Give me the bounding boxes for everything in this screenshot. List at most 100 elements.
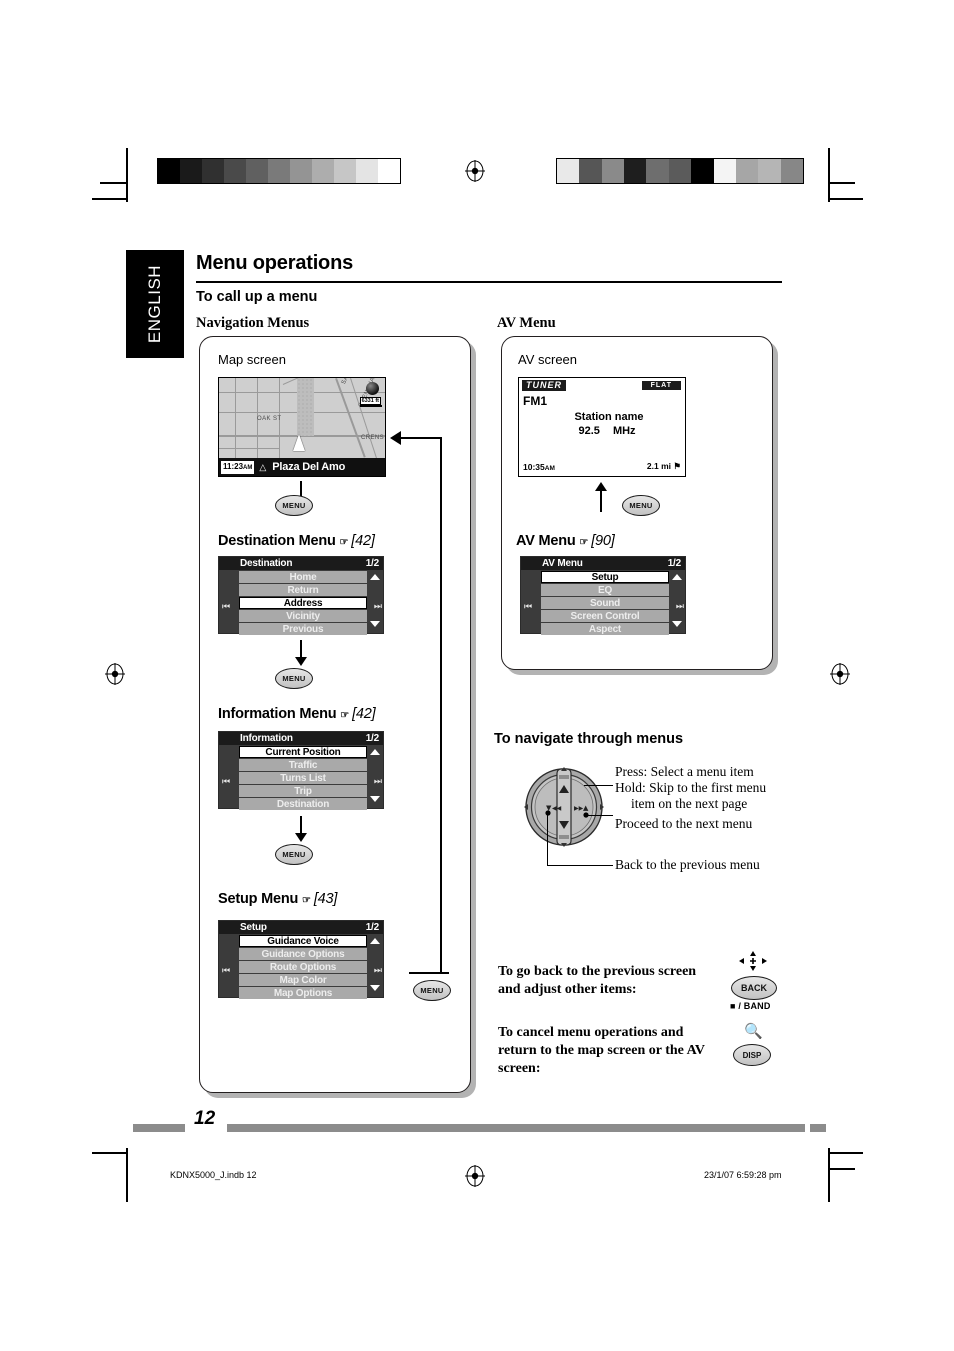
menu-item[interactable]: Map Options [239, 987, 367, 999]
previous-page-icon[interactable]: ⏮ [222, 965, 230, 976]
av-menu-label: AV Menu [497, 315, 556, 331]
disp-button[interactable]: DISP [733, 1044, 771, 1066]
menu-item[interactable]: Current Position [239, 746, 367, 758]
next-page-icon[interactable]: ⏭ [374, 776, 382, 787]
menu-item[interactable]: Map Color [239, 974, 367, 986]
dpad-icon [738, 950, 767, 972]
flow-loop-right [440, 438, 442, 974]
menu-item[interactable]: Sound [541, 597, 669, 609]
callout-hold-skip: Hold: Skip to the first menu [615, 780, 767, 795]
calibration-swatch-8 [735, 159, 759, 183]
footer-file-name: KDNX5000_J.indb 12 [170, 1170, 257, 1180]
calibration-swatch-10 [378, 159, 400, 183]
menu-item[interactable]: Previous [239, 623, 367, 635]
menu-button-1[interactable]: MENU [275, 495, 313, 516]
menu-item[interactable]: Guidance Voice [239, 935, 367, 947]
calibration-swatch-1 [579, 159, 602, 183]
menu-item[interactable]: Home [239, 571, 367, 583]
menu-item[interactable]: Turns List [239, 772, 367, 784]
next-page-icon[interactable]: ⏭ [676, 601, 684, 612]
menu-item[interactable]: Setup [541, 571, 669, 583]
destination-menu-page-indicator: 1/2 [365, 558, 380, 569]
registration-target-top [465, 160, 485, 182]
instruction-disp-line3: screen: [498, 1061, 541, 1076]
map-screen-label: Map screen [218, 352, 286, 367]
setup-menu-item-list: Guidance Voice Guidance Options Route Opti… [239, 935, 367, 1000]
menu-item[interactable]: Traffic [239, 759, 367, 771]
destination-menu-body: Home Return Address Vicinity Previous ⏮ ⏭ [219, 570, 383, 635]
crop-mark-bottom-left-v [126, 1148, 128, 1202]
calibration-swatch-7 [713, 159, 736, 183]
map-label-oak-st: OAK ST [257, 416, 282, 422]
menu-item[interactable]: Route Options [239, 961, 367, 973]
av-eq-badge: FLAT [641, 381, 681, 390]
scroll-down-icon[interactable] [370, 985, 380, 991]
flow-loop-top [399, 437, 442, 439]
next-page-icon[interactable]: ⏭ [374, 601, 382, 612]
map-label-crens: CRENS [361, 435, 385, 441]
magnifier-icon: 🔍 [744, 1023, 763, 1040]
vehicle-position-icon [293, 434, 305, 451]
map-scale-bar [360, 405, 382, 407]
previous-page-icon[interactable]: ⏮ [524, 601, 532, 612]
flow-arrow-menu2-to-menu3 [295, 833, 307, 842]
footer-rule-tail [810, 1124, 826, 1132]
footer-rule-right [227, 1124, 805, 1132]
next-page-icon[interactable]: ⏭ [374, 965, 382, 976]
setup-menu-screen: Setup 1/2 Guidance Voice Guidance Options Ro… [218, 920, 384, 1000]
map-status-bar: 11:23AM △ Plaza Del Amo [219, 458, 385, 476]
menu-item[interactable]: Aspect [541, 623, 669, 635]
language-tab: ENGLISH [126, 250, 184, 358]
av-menu-page-indicator: 1/2 [667, 558, 682, 569]
menu-button-3[interactable]: MENU [275, 844, 313, 865]
menu-item[interactable]: Address [239, 597, 367, 609]
menu-item[interactable]: Guidance Options [239, 948, 367, 960]
callout-leader-3-v [547, 812, 549, 866]
menu-button-3-label: MENU [282, 850, 306, 859]
menu-item[interactable]: Vicinity [239, 610, 367, 622]
information-menu-caption-text: Information Menu [218, 706, 337, 722]
scroll-up-icon[interactable] [370, 938, 380, 944]
section-heading-call-up-menu: To call up a menu [196, 289, 318, 305]
title-underline [196, 281, 782, 283]
scroll-up-icon[interactable] [672, 574, 682, 580]
setup-menu-page-ref: [43] [313, 891, 338, 907]
map-destination-pin-icon [366, 382, 379, 395]
menu-item[interactable]: Trip [239, 785, 367, 797]
scroll-down-icon[interactable] [672, 621, 682, 627]
menu-button-av[interactable]: MENU [622, 495, 660, 516]
calibration-strip-right [556, 158, 804, 184]
menu-button-loop[interactable]: MENU [413, 980, 451, 1001]
scroll-down-icon[interactable] [370, 796, 380, 802]
av-menu-screen: AV Menu 1/2 Setup EQ Sound Screen Control Aspe… [520, 556, 686, 635]
map-road-v1 [235, 378, 236, 460]
control-dial[interactable]: ▼ ◀◀ ▶▶ ▲ [524, 767, 604, 847]
flow-line-avmenu-to-avscreen [600, 490, 602, 512]
callout-hold-skip-cont: item on the next page [631, 796, 748, 811]
previous-page-icon[interactable]: ⏮ [222, 776, 230, 787]
pointing-hand-icon: ☞ [339, 537, 348, 548]
menu-item[interactable]: EQ [541, 584, 669, 596]
av-band-label: FM1 [523, 394, 547, 408]
destination-menu-title-bar: Destination 1/2 [219, 557, 383, 570]
scroll-up-icon[interactable] [370, 574, 380, 580]
scroll-down-icon[interactable] [370, 621, 380, 627]
menu-item[interactable]: Return [239, 584, 367, 596]
destination-menu-caption: Destination Menu ☞ [42] [218, 533, 375, 549]
scroll-up-icon[interactable] [370, 749, 380, 755]
menu-button-2[interactable]: MENU [275, 668, 313, 689]
av-screen-top-bar: TUNER FLAT [519, 378, 685, 392]
destination-menu-caption-text: Destination Menu [218, 533, 336, 549]
crop-mark-top-left-v [126, 148, 128, 202]
back-button[interactable]: BACK [731, 976, 777, 1000]
information-menu-page-indicator: 1/2 [365, 733, 380, 744]
setup-menu-caption: Setup Menu ☞ [43] [218, 891, 337, 907]
information-menu-title-bar: Information 1/2 [219, 732, 383, 745]
previous-page-icon[interactable]: ⏮ [222, 601, 230, 612]
menu-item[interactable]: Destination [239, 798, 367, 810]
page-number: 12 [194, 1108, 216, 1129]
menu-item[interactable]: Screen Control [541, 610, 669, 622]
flow-arrow-menu1-to-menu2 [295, 657, 307, 666]
crop-mark-top-left-h2 [100, 182, 126, 184]
crop-mark-bottom-right-v [828, 1148, 830, 1202]
